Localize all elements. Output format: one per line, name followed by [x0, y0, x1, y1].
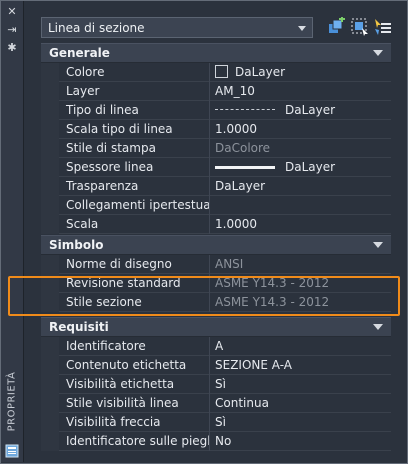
property-value[interactable]: 1.0000 [210, 215, 391, 233]
property-row-scala[interactable]: Scala 1.0000 [41, 215, 391, 234]
settings-icon[interactable]: ✱ [5, 41, 19, 55]
property-row-stile-visibilita-linea[interactable]: Stile visibilità linea Continua [41, 394, 391, 413]
palette-title-bar[interactable]: ✕ ⇥ ✱ PROPRIETÀ [1, 1, 24, 462]
highlight-annotation-box [8, 276, 400, 316]
property-row-stile-di-stampa[interactable]: Stile di stampa DaColore [41, 139, 391, 158]
property-value[interactable]: Sì [210, 375, 391, 393]
property-row-contenuto-etichetta[interactable]: Contenuto etichetta SEZIONE A-A [41, 356, 391, 375]
property-row-collegamenti[interactable]: Collegamenti ipertestuali [41, 196, 391, 215]
select-objects-icon[interactable] [350, 17, 370, 37]
property-value[interactable]: SEZIONE A-A [210, 356, 391, 374]
chevron-down-icon[interactable] [373, 50, 383, 56]
property-row-visibilita-freccia[interactable]: Visibilità freccia Sì [41, 413, 391, 432]
property-row-identificatore[interactable]: Identificatore A [41, 337, 391, 356]
property-row-norme-di-disegno[interactable]: Norme di disegno ANSI [41, 255, 391, 274]
color-swatch-icon [215, 65, 228, 78]
property-row-visibilita-etichetta[interactable]: Visibilità etichetta Sì [41, 375, 391, 394]
palette-icon [5, 444, 19, 458]
property-value: DaColore [215, 141, 271, 155]
object-type-value: Linea di sezione [48, 21, 145, 35]
quick-select-icon[interactable] [373, 17, 393, 37]
category-requisiti[interactable]: Requisiti [41, 317, 391, 337]
property-value: ANSI [215, 257, 244, 271]
property-row-identificatore-pieghe[interactable]: Identificatore sulle pieghe No [41, 432, 391, 451]
autohide-icon[interactable]: ⇥ [5, 23, 19, 37]
close-icon[interactable]: ✕ [5, 5, 19, 19]
category-simbolo[interactable]: Simbolo [41, 235, 391, 255]
property-value[interactable]: DaLayer [210, 63, 391, 81]
properties-panel: Linea di sezione Generale Colore DaLayer… [38, 11, 395, 452]
toggle-pickadd-icon[interactable] [326, 17, 346, 37]
linetype-preview-icon [215, 109, 275, 111]
property-value[interactable]: AM_10 [210, 82, 391, 100]
lineweight-preview-icon [215, 166, 275, 169]
toolbar: Linea di sezione [38, 11, 395, 41]
property-grid: Generale Colore DaLayer Layer AM_10 Tipo… [41, 43, 391, 452]
chevron-down-icon[interactable] [373, 324, 383, 330]
property-value[interactable]: DaLayer [210, 177, 391, 195]
property-row-colore[interactable]: Colore DaLayer [41, 63, 391, 82]
category-generale[interactable]: Generale [41, 43, 391, 63]
property-row-trasparenza[interactable]: Trasparenza DaLayer [41, 177, 391, 196]
property-row-scala-tipo-di-linea[interactable]: Scala tipo di linea 1.0000 [41, 120, 391, 139]
property-value[interactable]: Continua [210, 394, 391, 412]
property-value[interactable]: Sì [210, 413, 391, 431]
property-value[interactable]: 1.0000 [210, 120, 391, 138]
property-value[interactable] [210, 196, 391, 214]
property-value[interactable]: No [210, 432, 391, 450]
property-value[interactable]: A [210, 337, 391, 355]
property-row-layer[interactable]: Layer AM_10 [41, 82, 391, 101]
property-value[interactable]: DaLayer [210, 158, 391, 176]
object-type-dropdown[interactable]: Linea di sezione [41, 17, 313, 38]
chevron-down-icon [298, 26, 306, 31]
property-row-spessore-linea[interactable]: Spessore linea DaLayer [41, 158, 391, 177]
chevron-down-icon[interactable] [373, 242, 383, 248]
property-row-tipo-di-linea[interactable]: Tipo di linea DaLayer [41, 101, 391, 120]
palette-title: PROPRIETÀ [6, 371, 18, 432]
property-value[interactable]: DaLayer [210, 101, 391, 119]
